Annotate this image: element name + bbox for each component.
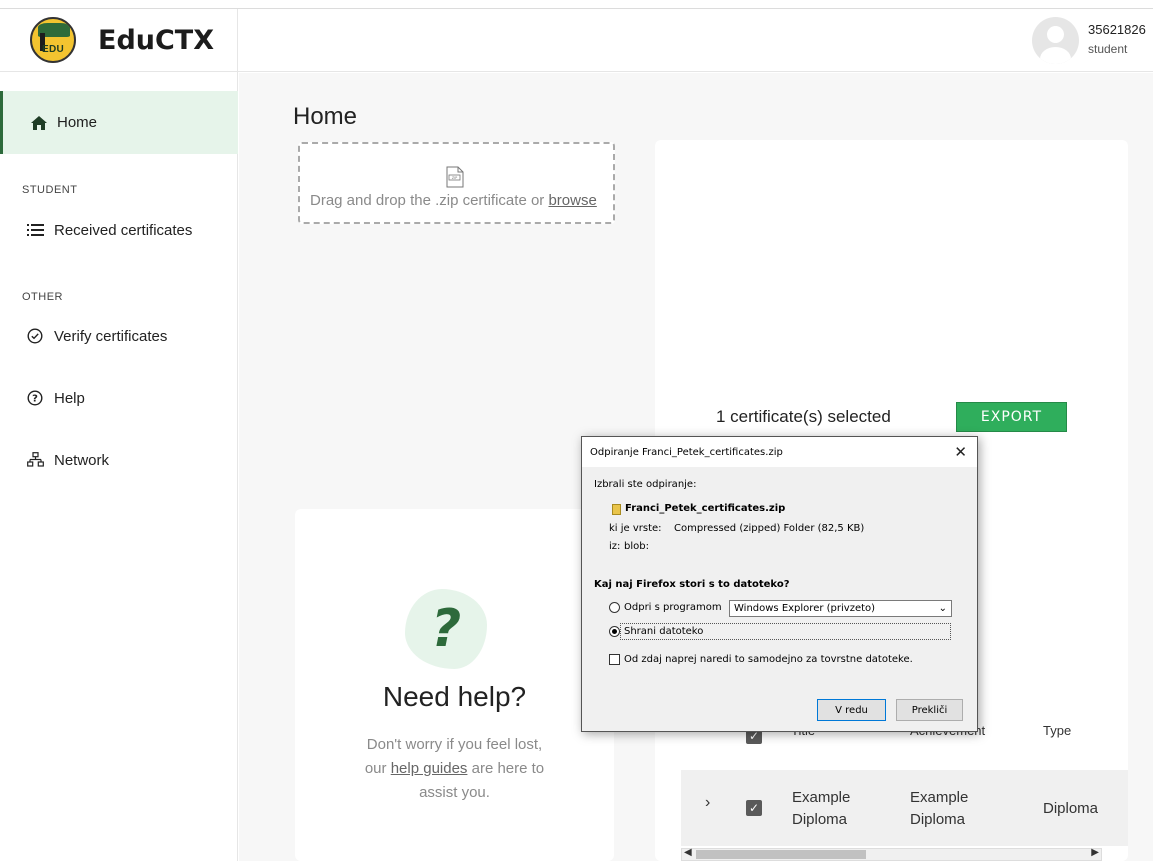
- auto-action-label[interactable]: Od zdaj naprej naredi to samodejno za to…: [624, 654, 913, 665]
- svg-text:?: ?: [32, 394, 38, 405]
- row-checkbox[interactable]: ✓: [746, 800, 762, 816]
- help-card: ? Need help? Don't worry if you feel los…: [295, 509, 614, 861]
- dialog-title: Odpiranje Franci_Petek_certificates.zip: [590, 447, 783, 458]
- cell-achievement: Example Diploma: [910, 789, 969, 828]
- sidebar-item-help[interactable]: ? Help: [26, 389, 85, 407]
- list-icon: [26, 221, 44, 239]
- sidebar-item-label: Received certificates: [54, 221, 193, 239]
- open-with-radio[interactable]: [609, 602, 620, 613]
- help-title: Need help?: [382, 681, 527, 712]
- dialog-type-label: ki je vrste:: [609, 523, 662, 534]
- top-header: 35621826 student: [238, 9, 1153, 72]
- open-with-select[interactable]: Windows Explorer (privzeto) ⌄: [729, 600, 952, 617]
- sidebar-item-label: Network: [54, 451, 110, 469]
- chevron-down-icon: ⌄: [938, 603, 947, 614]
- sidebar-item-label: Verify certificates: [54, 327, 168, 345]
- cell-type: Diploma: [1043, 800, 1099, 817]
- export-button[interactable]: EXPORT: [956, 402, 1067, 432]
- sidebar-item-home[interactable]: Home: [0, 91, 238, 154]
- sidebar-item-verify[interactable]: Verify certificates: [26, 327, 167, 345]
- auto-action-checkbox[interactable]: [609, 654, 620, 665]
- dropzone-text: Drag and drop the .zip certificate or br…: [310, 192, 597, 209]
- open-with-value: Windows Explorer (privzeto): [734, 603, 876, 614]
- network-icon: [26, 451, 44, 469]
- svg-text:ZIP: ZIP: [452, 176, 458, 180]
- sidebar: EDU EduCTX Home STUDENT Received certifi…: [0, 9, 238, 861]
- certificate-dropzone[interactable]: ZIP Drag and drop the .zip certificate o…: [298, 142, 615, 224]
- cell-title: Example Diploma: [792, 789, 851, 828]
- sidebar-item-network[interactable]: Network: [26, 451, 109, 469]
- selected-count: 1 certificate(s) selected: [716, 407, 891, 426]
- save-file-label[interactable]: Shrani datoteko: [624, 626, 703, 637]
- scrollbar-thumb[interactable]: [696, 850, 866, 859]
- column-header-type[interactable]: Type: [1043, 723, 1071, 738]
- dialog-question: Kaj naj Firefox stori s to datoteko?: [594, 579, 790, 590]
- dialog-from-label: iz:: [609, 541, 621, 552]
- zip-folder-icon: [612, 504, 621, 515]
- download-dialog: Odpiranje Franci_Petek_certificates.zip …: [581, 436, 978, 732]
- page-title: Home: [293, 103, 358, 130]
- dialog-chose-label: Izbrali ste odpiranje:: [594, 479, 697, 490]
- question-circle-icon: ?: [26, 389, 44, 407]
- user-role: student: [1088, 42, 1128, 56]
- expand-chevron-icon[interactable]: ›: [705, 794, 710, 812]
- sidebar-item-label: Home: [57, 114, 98, 131]
- cancel-button[interactable]: Prekliči: [896, 699, 963, 721]
- scroll-left-icon[interactable]: ◀: [684, 847, 692, 858]
- help-guides-link[interactable]: help guides: [391, 760, 468, 777]
- open-with-label[interactable]: Odpri s programom: [624, 602, 722, 613]
- check-circle-icon: [26, 327, 44, 345]
- user-id: 35621826: [1088, 22, 1146, 37]
- dialog-type-value: Compressed (zipped) Folder (82,5 KB): [674, 523, 865, 534]
- dialog-titlebar: Odpiranje Franci_Petek_certificates.zip …: [582, 437, 977, 467]
- avatar[interactable]: [1032, 17, 1079, 64]
- horizontal-scrollbar[interactable]: ◀ ▶: [681, 847, 1102, 861]
- ok-button[interactable]: V redu: [817, 699, 886, 721]
- educ-logo-icon: EDU: [30, 17, 76, 63]
- close-icon[interactable]: ✕: [954, 443, 967, 461]
- browse-link[interactable]: browse: [548, 192, 596, 209]
- home-icon: [31, 115, 47, 130]
- section-label-student: STUDENT: [22, 184, 78, 196]
- table-row[interactable]: › ✓ Example Diploma Example Diploma Diplom…: [681, 770, 1128, 846]
- scroll-right-icon[interactable]: ▶: [1091, 847, 1099, 858]
- section-label-other: OTHER: [22, 291, 63, 303]
- save-file-radio[interactable]: [609, 626, 620, 637]
- help-description: Don't worry if you feel lost, our help g…: [364, 736, 545, 801]
- sidebar-item-label: Help: [54, 389, 85, 407]
- brand-name: EduCTX: [98, 24, 215, 56]
- sidebar-item-received[interactable]: Received certificates: [26, 221, 192, 239]
- dialog-from-value: blob:: [624, 541, 649, 552]
- zip-file-icon: ZIP: [446, 166, 464, 188]
- dialog-filename: Franci_Petek_certificates.zip: [625, 503, 786, 514]
- question-mark-icon: ?: [431, 599, 462, 659]
- brand[interactable]: EDU EduCTX: [0, 9, 237, 72]
